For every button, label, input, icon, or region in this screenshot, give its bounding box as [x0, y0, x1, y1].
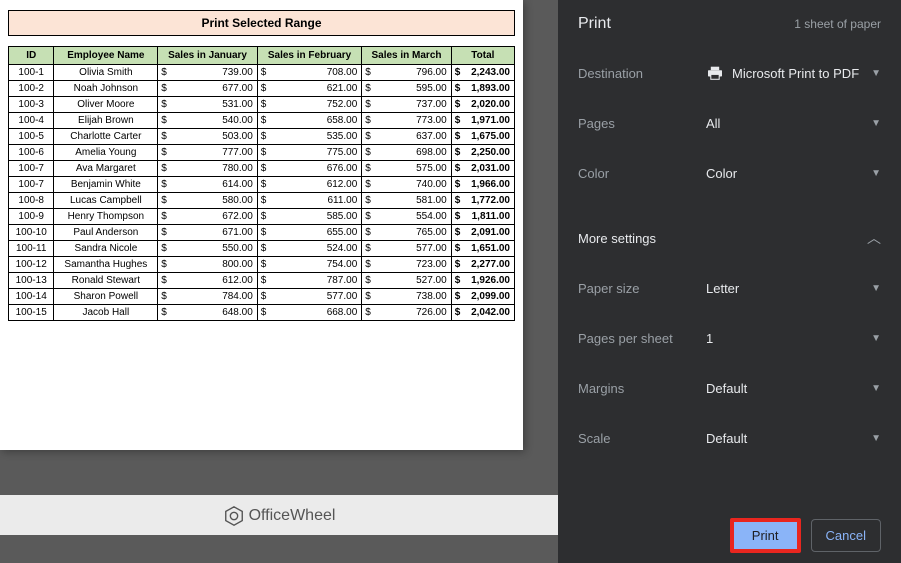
scale-row: Scale Default ▼ [578, 423, 881, 453]
chevron-down-icon: ▼ [871, 283, 881, 294]
printer-icon [706, 66, 724, 80]
table-header: Employee Name [54, 47, 158, 65]
scale-select[interactable]: Default ▼ [706, 431, 881, 446]
paper-size-label: Paper size [578, 281, 639, 296]
panel-title: Print [578, 15, 611, 33]
print-preview-area: Print Selected Range IDEmployee NameSale… [0, 0, 558, 563]
table-row: 100-11Sandra Nicole$550.00$524.00$577.00… [9, 241, 515, 257]
destination-select[interactable]: Microsoft Print to PDF ▼ [706, 66, 881, 81]
margins-row: Margins Default ▼ [578, 373, 881, 403]
sheet-count: 1 sheet of paper [794, 17, 881, 31]
color-row: Color Color ▼ [578, 158, 881, 188]
table-row: 100-4Elijah Brown$540.00$658.00$773.00$1… [9, 113, 515, 129]
cancel-button[interactable]: Cancel [811, 519, 881, 552]
table-row: 100-7Ava Margaret$780.00$676.00$575.00$2… [9, 161, 515, 177]
table-row: 100-6Amelia Young$777.00$775.00$698.00$2… [9, 145, 515, 161]
table-header: Sales in February [257, 47, 362, 65]
table-row: 100-5Charlotte Carter$503.00$535.00$637.… [9, 129, 515, 145]
button-bar: Print Cancel [730, 518, 881, 553]
data-table: IDEmployee NameSales in JanuarySales in … [8, 46, 515, 321]
table-header: Sales in January [158, 47, 257, 65]
pages-label: Pages [578, 116, 615, 131]
table-row: 100-14Sharon Powell$784.00$577.00$738.00… [9, 289, 515, 305]
color-label: Color [578, 166, 609, 181]
table-row: 100-15Jacob Hall$648.00$668.00$726.00$2,… [9, 305, 515, 321]
pages-per-sheet-row: Pages per sheet 1 ▼ [578, 323, 881, 353]
table-row: 100-1Olivia Smith$739.00$708.00$796.00$2… [9, 65, 515, 81]
table-row: 100-12Samantha Hughes$800.00$754.00$723.… [9, 257, 515, 273]
table-row: 100-3Oliver Moore$531.00$752.00$737.00$2… [9, 97, 515, 113]
preview-page: Print Selected Range IDEmployee NameSale… [0, 0, 523, 450]
chevron-down-icon: ▼ [871, 383, 881, 394]
table-row: 100-2Noah Johnson$677.00$621.00$595.00$1… [9, 81, 515, 97]
chevron-down-icon: ▼ [871, 68, 881, 79]
table-row: 100-9Henry Thompson$672.00$585.00$554.00… [9, 209, 515, 225]
officewheel-logo-icon [223, 505, 245, 527]
print-button[interactable]: Print [730, 518, 801, 553]
chevron-down-icon: ▼ [871, 333, 881, 344]
chevron-up-icon: ︿ [867, 228, 881, 248]
chevron-down-icon: ▼ [871, 118, 881, 129]
chevron-down-icon: ▼ [871, 168, 881, 179]
destination-row: Destination Microsoft Print to PDF ▼ [578, 58, 881, 88]
chevron-down-icon: ▼ [871, 433, 881, 444]
table-header: Total [451, 47, 514, 65]
paper-size-row: Paper size Letter ▼ [578, 273, 881, 303]
watermark-text: OfficeWheel [249, 507, 336, 525]
watermark-bar: OfficeWheel [0, 495, 558, 535]
table-header: ID [9, 47, 54, 65]
paper-size-select[interactable]: Letter ▼ [706, 281, 881, 296]
pages-per-sheet-select[interactable]: 1 ▼ [706, 331, 881, 346]
margins-select[interactable]: Default ▼ [706, 381, 881, 396]
pages-select[interactable]: All ▼ [706, 116, 881, 131]
table-row: 100-13Ronald Stewart$612.00$787.00$527.0… [9, 273, 515, 289]
color-select[interactable]: Color ▼ [706, 166, 881, 181]
pages-per-sheet-label: Pages per sheet [578, 331, 673, 346]
scale-label: Scale [578, 431, 611, 446]
print-settings-panel: Print 1 sheet of paper Destination Micro… [558, 0, 901, 563]
table-row: 100-7Benjamin White$614.00$612.00$740.00… [9, 177, 515, 193]
destination-label: Destination [578, 66, 643, 81]
page-title: Print Selected Range [8, 10, 515, 36]
table-header: Sales in March [362, 47, 451, 65]
margins-label: Margins [578, 381, 624, 396]
pages-row: Pages All ▼ [578, 108, 881, 138]
table-row: 100-8Lucas Campbell$580.00$611.00$581.00… [9, 193, 515, 209]
table-row: 100-10Paul Anderson$671.00$655.00$765.00… [9, 225, 515, 241]
more-settings-toggle[interactable]: More settings ︿ [578, 228, 881, 248]
